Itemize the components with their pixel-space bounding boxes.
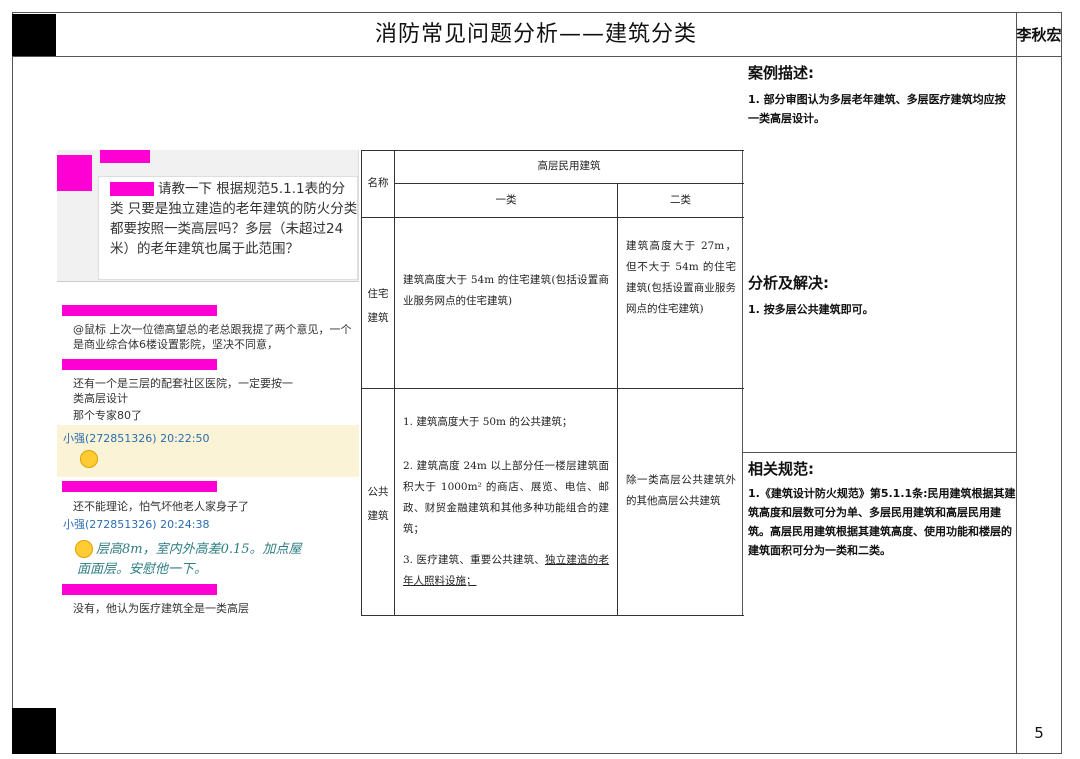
table-col-rule	[617, 183, 618, 616]
notes-column-divider	[742, 150, 743, 616]
norms-heading: 相关规范:	[748, 460, 814, 478]
analysis-heading: 分析及解决:	[748, 274, 829, 292]
table-header-class1: 一类	[495, 194, 517, 206]
norms-text: 1.《建筑设计防火规范》第5.1.1条:民用建筑根据其建筑高度和层数可分为单、多…	[748, 487, 1016, 557]
redacted-sender-2	[62, 359, 217, 370]
chat-sender-1: 小强(272851326) 20:22:50	[63, 432, 210, 445]
redacted-sender-1	[62, 305, 217, 316]
chat-sender-2: 小强(272851326) 20:24:38	[63, 518, 210, 531]
case-heading: 案例描述:	[748, 64, 814, 82]
table-header-name: 名称	[367, 177, 389, 189]
right-column-divider	[1016, 12, 1017, 754]
chat-message-2: 还有一个是三层的配套社区医院，一定要按一类高层设计	[73, 377, 293, 405]
table-rule	[361, 388, 744, 389]
corner-block-top	[12, 14, 56, 56]
chat-message-4: 还不能理论，怕气坏他老人家身子了	[73, 500, 249, 513]
chat-message-1: @鼠标 上次一位德高望总的老总跟我提了两个意见，一个是商业综合体6楼设置影院，坚…	[73, 323, 352, 351]
laughing-emoji-icon	[80, 450, 98, 468]
chat-question-text: 请教一下 根据规范5.1.1表的分类 只要是独立建造的老年建筑的防火分类都要按照…	[110, 181, 358, 257]
handwritten-line-1: 层高8m，室内外高差0.15。加点屋	[96, 542, 302, 557]
title-divider	[12, 56, 1062, 57]
table-cell-public-class1-item3: 3. 医疗建筑、重要公共建筑、独立建造的老年人照料设施；	[403, 550, 609, 592]
page-title: 消防常见问题分析——建筑分类	[374, 22, 697, 47]
table-header-group: 高层民用建筑	[537, 160, 601, 172]
item3-text: 3. 医疗建筑、重要公共建筑、	[403, 554, 545, 566]
chat-message-5: 没有，他认为医疗建筑全是一类高层	[73, 602, 249, 615]
table-border-bottom	[361, 615, 744, 616]
page-number: 5	[1034, 724, 1044, 742]
redacted-sender-4	[62, 584, 217, 595]
author-name: 李秋宏	[1016, 26, 1062, 44]
notes-divider	[742, 452, 1016, 453]
smile-emoji-icon	[75, 540, 93, 558]
table-header-class2: 二类	[670, 194, 691, 206]
table-cell-public-class1-item1: 1. 建筑高度大于 50m 的公共建筑；	[403, 416, 573, 428]
table-cell-public-class2: 除一类高层公共建筑外的其他高层公共建筑	[626, 474, 736, 507]
redacted-sender-3	[62, 481, 217, 492]
chat-message-3: 那个专家80了	[73, 409, 142, 422]
redacted-avatar	[57, 155, 92, 191]
case-text: 1. 部分审图认为多层老年建筑、多层医疗建筑均应按一类高层设计。	[748, 93, 1006, 125]
table-border-left	[361, 150, 362, 616]
handwritten-line-2: 面面层。安慰他一下。	[77, 562, 208, 577]
table-col-rule	[394, 150, 395, 616]
redacted-name	[100, 150, 150, 163]
corner-block-bottom	[12, 708, 56, 754]
table-cell-residential-class2: 建筑高度大于 27m，但不大于 54m 的住宅建筑(包括设置商业服务网点的住宅建…	[626, 240, 736, 315]
analysis-text: 1. 按多层公共建筑即可。	[748, 303, 874, 316]
table-rule	[361, 217, 744, 218]
table-row-label-residential: 住宅建筑	[367, 288, 389, 324]
table-cell-public-class1-item2: 2. 建筑高度 24m 以上部分任一楼层建筑面积大于 1000m² 的商店、展览…	[403, 460, 609, 535]
table-row-label-public: 公共建筑	[367, 486, 389, 522]
table-cell-residential-class1: 建筑高度大于 54m 的住宅建筑(包括设置商业服务网点的住宅建筑)	[403, 274, 609, 307]
